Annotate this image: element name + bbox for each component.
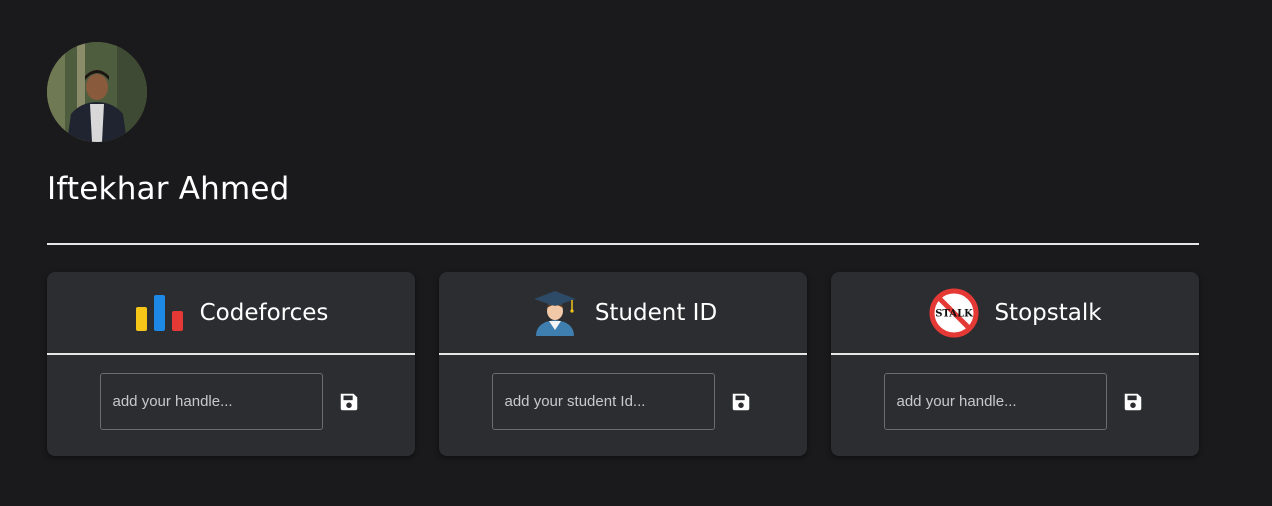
graduate-icon	[529, 287, 581, 339]
svg-text:STALK: STALK	[936, 308, 974, 319]
card-title: Student ID	[594, 299, 718, 326]
card-title: Stopstalk	[994, 299, 1102, 326]
card-body	[439, 355, 807, 430]
save-icon	[340, 393, 357, 410]
student-id-input[interactable]	[491, 373, 715, 430]
codeforces-card: Codeforces	[47, 272, 415, 456]
avatar	[47, 42, 147, 142]
avatar-photo	[47, 42, 147, 142]
student-id-card: Student ID	[439, 272, 807, 456]
save-button[interactable]	[727, 388, 755, 416]
card-body	[831, 355, 1199, 430]
card-header: Student ID	[439, 272, 807, 355]
profile-name: Iftekhar Ahmed	[47, 171, 290, 207]
stopstalk-handle-input[interactable]	[883, 373, 1107, 430]
profile-divider	[47, 243, 1199, 245]
save-icon	[732, 393, 749, 410]
save-button[interactable]	[1119, 388, 1147, 416]
card-header: Codeforces	[47, 272, 415, 355]
save-icon	[1124, 393, 1141, 410]
save-button[interactable]	[335, 388, 363, 416]
card-title: Codeforces	[199, 299, 329, 326]
profile-page: Iftekhar Ahmed Codeforces add your handl…	[0, 0, 1272, 506]
bar-chart-icon	[134, 287, 186, 339]
stopstalk-icon: STALK	[928, 287, 980, 339]
codeforces-handle-input[interactable]	[99, 373, 323, 430]
card-body	[47, 355, 415, 430]
card-header: STALK Stopstalk	[831, 272, 1199, 355]
stopstalk-card: STALK Stopstalk	[831, 272, 1199, 456]
